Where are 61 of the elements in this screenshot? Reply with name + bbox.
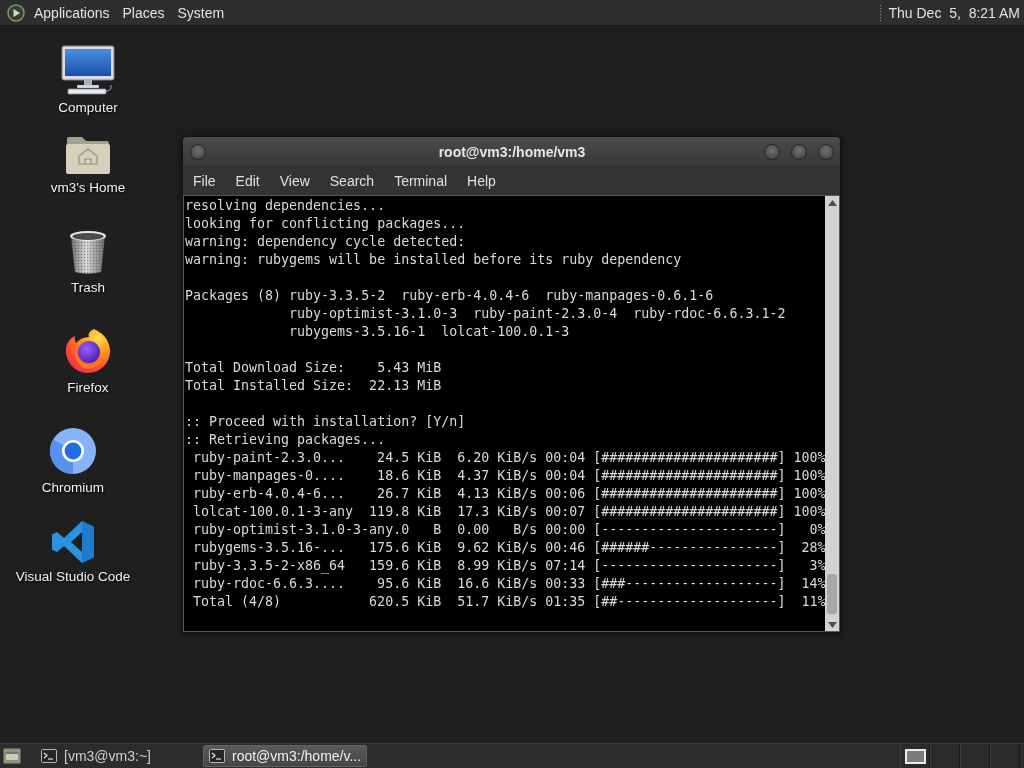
terminal-line: ruby-erb-4.0.4-6... 26.7 KiB 4.13 KiB/s 00:06 [######################] 100%: [193, 485, 825, 503]
desktop-shortcut[interactable]: Firefox: [62, 325, 114, 396]
close-button[interactable]: [818, 143, 834, 160]
menu-item[interactable]: View: [269, 169, 320, 192]
panel-menu[interactable]: Places: [116, 2, 171, 23]
desktop-shortcut[interactable]: Computer: [56, 45, 120, 116]
trash-icon: [68, 229, 108, 275]
terminal-line: lolcat-100.0.1-3-any 119.8 KiB 17.3 KiB/s 00:07 [######################] 100%: [193, 503, 825, 521]
menu-item[interactable]: Edit: [225, 169, 270, 192]
terminal-line: :: Proceed with installation? [Y/n]: [185, 413, 466, 431]
terminal-line: Total Download Size: 5.43 MiB: [185, 359, 442, 377]
terminal-line: Packages (8): [185, 287, 282, 305]
scrollbar[interactable]: [825, 196, 839, 631]
taskbar-button[interactable]: root@vm3:/home/v...: [203, 745, 367, 767]
desktop-shortcut[interactable]: Chromium: [39, 425, 107, 496]
minimize-button[interactable]: [764, 143, 780, 160]
terminal-line: rubygems-3.5.16-1 lolcat-100.0.1-3: [289, 323, 570, 341]
terminal-line: ruby-3.3.5-2-x86_64 159.6 KiB 8.99 KiB/s 07:14 [----------------------] 3%: [193, 557, 825, 575]
terminal-line: resolving dependencies...: [185, 197, 386, 215]
terminal-line: ruby-paint-2.3.0... 24.5 KiB 6.20 KiB/s 00:04 [######################] 100%: [193, 449, 825, 467]
terminal-icon: [209, 749, 225, 763]
computer-icon: [60, 45, 116, 95]
arrow-up-icon[interactable]: [827, 200, 837, 206]
terminal-line: rubygems-3.5.16-... 175.6 KiB 9.62 KiB/s 00:46 [######----------------] 28%: [193, 539, 825, 557]
menu-item[interactable]: Help: [457, 169, 506, 192]
menu-item[interactable]: File: [183, 169, 226, 192]
play-icon: [7, 3, 25, 22]
show-desktop-button[interactable]: [2, 748, 22, 764]
taskbar-button[interactable]: [vm3@vm3:~]: [35, 745, 199, 767]
terminal-line: :: Retrieving packages...: [185, 431, 386, 449]
terminal-line: Total Installed Size: 22.13 MiB: [185, 377, 442, 395]
terminal-line: ruby-optimist-3.1.0-3-any.0 B 0.00 B/s 00:00 [----------------------] 0%: [193, 521, 825, 539]
terminal-line: ruby-3.3.5-2 ruby-erb-4.0.4-6 ruby-manpages-0.6.1-6: [289, 287, 714, 305]
maximize-button[interactable]: [791, 143, 807, 160]
terminal-line: looking for conflicting packages...: [185, 215, 466, 233]
terminal-line: Total (4/8) 620.5 KiB 51.7 KiB/s 01:35 [##--------------------] 11%: [193, 593, 825, 611]
desktop-shortcut[interactable]: vm3's Home: [48, 125, 128, 196]
terminal-line: ruby-manpages-0.... 18.6 KiB 4.37 KiB/s 00:04 [######################] 100%: [193, 467, 825, 485]
terminal-line: ruby-rdoc-6.6.3.... 95.6 KiB 16.6 KiB/s 00:33 [###-------------------] 14%: [193, 575, 825, 593]
panel-menu[interactable]: Applications: [6, 1, 116, 24]
desktop-shortcut[interactable]: Visual Studio Code: [13, 514, 133, 585]
scrollbar-thumb[interactable]: [827, 574, 837, 614]
window-menu-button[interactable]: [190, 143, 206, 160]
arrow-down-icon[interactable]: [827, 622, 837, 628]
terminal-line: ruby-optimist-3.1.0-3 ruby-paint-2.3.0-4 ruby-rdoc-6.6.3.1-2: [289, 305, 786, 323]
firefox-icon: [64, 327, 112, 375]
window-thumbnail-icon: [904, 748, 926, 764]
workspace-switcher[interactable]: [900, 744, 1020, 768]
menu-item[interactable]: Terminal: [384, 169, 458, 192]
terminal-line: warning: rubygems will be installed before its ruby dependency: [185, 251, 682, 269]
window-title: root@vm3:/home/vm3: [438, 143, 586, 160]
vscode-icon: [51, 520, 95, 564]
handle-icon[interactable]: [879, 4, 883, 21]
clock[interactable]: Thu Dec 5, 8:21 AM: [888, 4, 1020, 21]
chromium-icon: [49, 427, 97, 475]
desktop-shortcut[interactable]: Trash: [66, 225, 110, 296]
terminal-line: warning: dependency cycle detected:: [185, 233, 466, 251]
desktop-icon: [3, 748, 21, 764]
panel-menu[interactable]: System: [171, 2, 231, 23]
menu-item[interactable]: Search: [319, 169, 385, 192]
terminal-icon: [41, 749, 57, 763]
